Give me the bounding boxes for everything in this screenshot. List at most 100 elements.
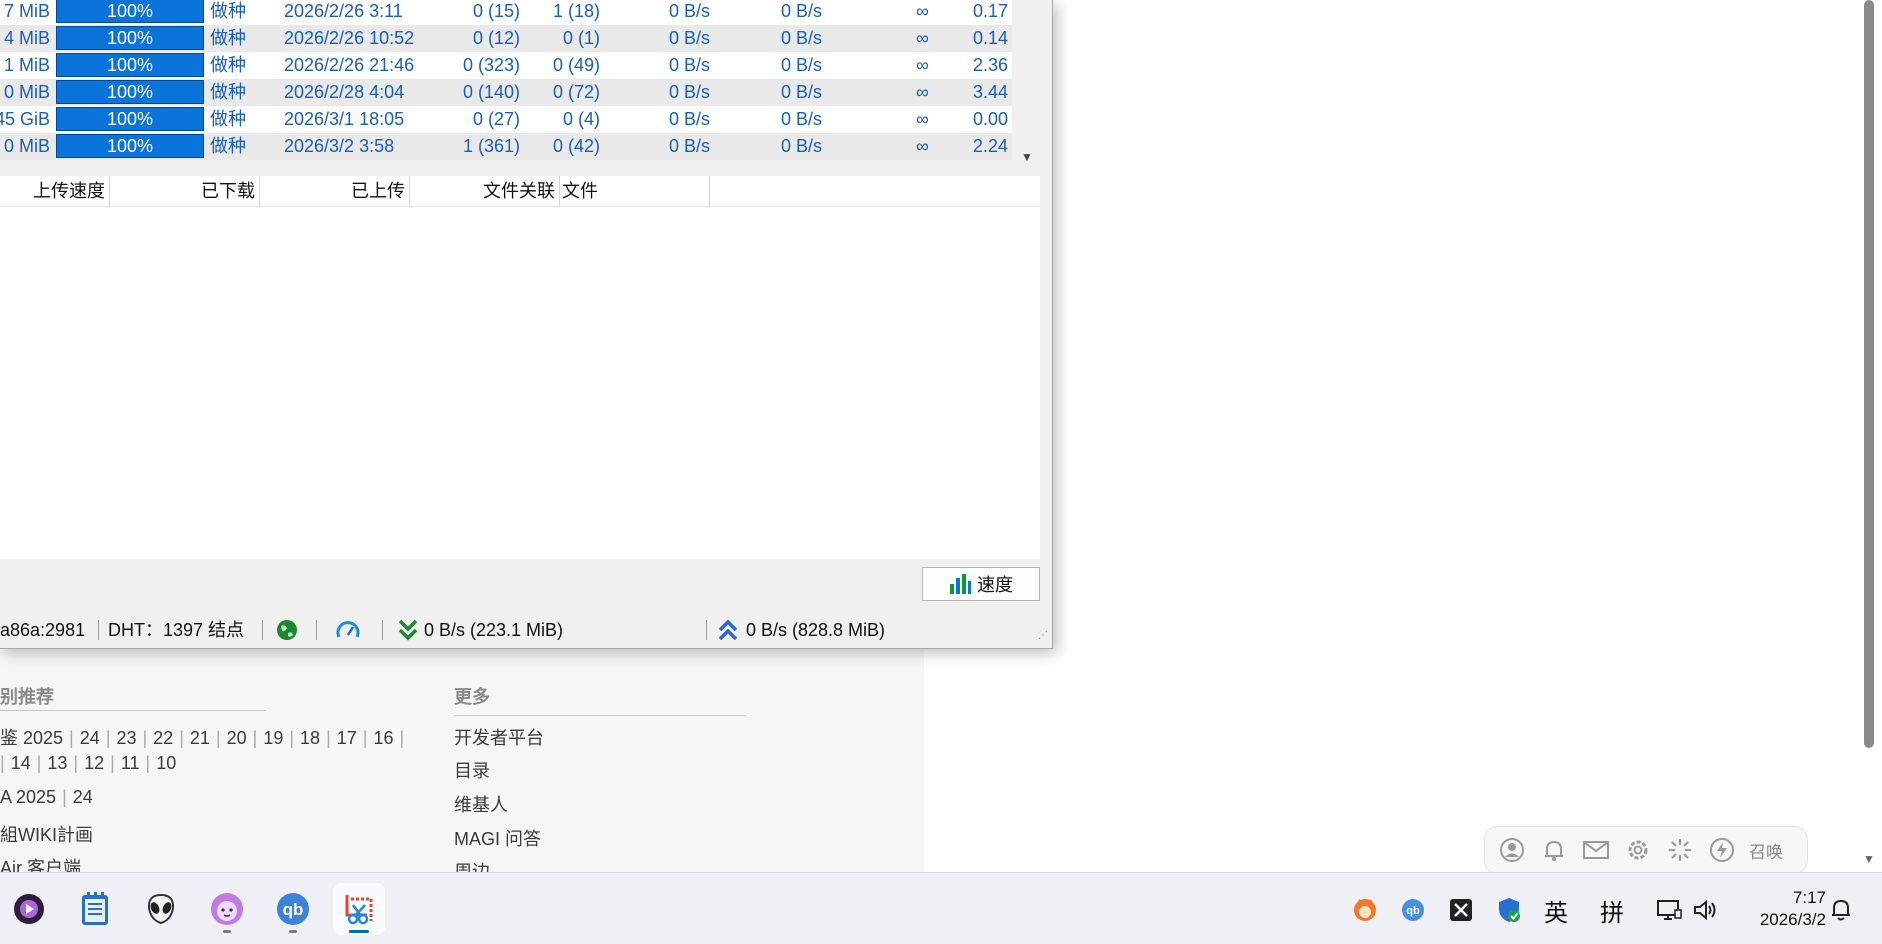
table-row[interactable]: 7 MiB 100% 做种 2026/2/26 3:11 0 (15) 1 (1… (0, 0, 1012, 25)
year-link[interactable]: 23 (116, 728, 136, 748)
peers-cell: 0 (1) (562, 28, 600, 48)
cat-icon (211, 893, 243, 925)
seeds-cell: 0 (323) (462, 55, 520, 75)
ratio-cell: 0.17 (972, 1, 1008, 21)
running-indicator (289, 930, 297, 933)
year-link[interactable]: 24 (73, 787, 93, 807)
lightning-icon[interactable] (1707, 835, 1737, 865)
scroll-down-arrow-icon[interactable]: ▼ (1021, 150, 1033, 164)
recommend-heading: 别推荐 (0, 687, 54, 707)
more-link-directory[interactable]: 目录 (454, 757, 490, 783)
year-link[interactable]: 13 (47, 753, 67, 773)
year-link[interactable]: 10 (156, 753, 176, 773)
ime-mode-indicator[interactable]: 拼 (1596, 895, 1628, 927)
year-link[interactable]: 24 (80, 728, 100, 748)
globe-icon[interactable] (276, 619, 298, 641)
qbittorrent-window: 7 MiB 100% 做种 2026/2/26 3:11 0 (15) 1 (1… (0, 0, 1053, 649)
table-row[interactable]: 45 GiB 100% 做种 2026/3/1 18:05 0 (27) 0 (… (0, 106, 1012, 133)
notification-bell-icon[interactable] (1826, 895, 1856, 925)
eta-cell: ∞ (916, 82, 929, 102)
speed-button[interactable]: 速度 (922, 567, 1040, 601)
floating-toolbar: 召唤 (1484, 826, 1808, 874)
gear-icon[interactable] (1623, 835, 1653, 865)
year-link[interactable]: 11 (121, 753, 140, 773)
year-link[interactable]: 14 (11, 753, 31, 773)
up-speed-cell: 0 B/s (780, 109, 822, 129)
snipping-tool-icon (345, 895, 373, 925)
year-link[interactable]: 21 (190, 728, 210, 748)
peers-cell: 0 (4) (562, 109, 600, 129)
speed-limit-icon[interactable] (336, 619, 360, 641)
divider (382, 620, 383, 640)
peers-cell: 0 (49) (552, 55, 600, 75)
qbittorrent-app[interactable]: qb (267, 883, 319, 935)
progress-bar: 100% (56, 0, 204, 23)
ratio-cell: 2.24 (972, 136, 1008, 156)
alien-app[interactable] (135, 883, 187, 935)
seeds-cell: 0 (12) (472, 28, 520, 48)
ime-language-indicator[interactable]: 英 (1540, 895, 1572, 927)
added-cell: 2026/2/28 4:04 (284, 82, 405, 102)
up-speed-cell: 0 B/s (780, 82, 822, 102)
year-link[interactable]: 22 (153, 728, 173, 748)
tools-tray-icon[interactable] (1446, 895, 1476, 925)
resize-grip-icon[interactable]: ⋰ (1038, 630, 1048, 641)
year-link[interactable]: A 2025 (0, 787, 56, 807)
col-files[interactable]: 文件 (560, 176, 710, 206)
year-link[interactable]: 20 (227, 728, 247, 748)
year-link[interactable]: 17 (337, 728, 357, 748)
page-scroll-thumb[interactable] (1864, 0, 1874, 748)
table-row[interactable]: 0 MiB 100% 做种 2026/3/2 3:58 1 (361) 0 (4… (0, 133, 1012, 160)
table-row[interactable]: 1 MiB 100% 做种 2026/2/26 21:46 0 (323) 0 … (0, 52, 1012, 79)
bell-icon[interactable] (1539, 835, 1569, 865)
download-arrows-icon (398, 619, 418, 641)
divider (262, 620, 263, 640)
qbittorrent-tray-icon[interactable]: qb (1398, 895, 1428, 925)
year-link[interactable]: 12 (84, 753, 104, 773)
col-file-relevance[interactable]: 文件关联 (410, 176, 560, 206)
ratio-cell: 0.14 (972, 28, 1008, 48)
down-speed-cell: 0 B/s (668, 55, 710, 75)
media-player-app[interactable] (3, 883, 55, 935)
table-row[interactable]: 0 MiB 100% 做种 2026/2/28 4:04 0 (140) 0 (… (0, 79, 1012, 106)
progress-bar: 100% (56, 53, 204, 77)
network-icon[interactable] (1654, 895, 1684, 925)
user-icon[interactable] (1497, 835, 1527, 865)
scroll-down-arrow-icon[interactable]: ▼ (1862, 852, 1876, 866)
added-cell: 2026/2/26 10:52 (284, 28, 415, 48)
divider (706, 620, 707, 640)
sparkle-icon[interactable] (1665, 835, 1695, 865)
col-upload-speed[interactable]: 上传速度 (0, 176, 110, 206)
cat-tray-icon[interactable] (1350, 895, 1380, 925)
size-cell: 0 MiB (3, 136, 50, 156)
year-link[interactable]: 鉴 2025 (0, 728, 63, 748)
running-indicator (223, 930, 231, 933)
status-cell: 做种 (210, 1, 246, 21)
year-link[interactable]: 18 (300, 728, 320, 748)
wiki-plan-link[interactable]: 組WIKI計画 (0, 821, 93, 847)
snipping-tool-app[interactable] (333, 883, 385, 935)
more-link-wikipeople[interactable]: 维基人 (454, 791, 508, 817)
mail-icon[interactable] (1581, 835, 1611, 865)
torrent-list-scrollbar[interactable]: ▼ (1014, 0, 1040, 170)
eta-cell: ∞ (916, 28, 929, 48)
more-link-magi[interactable]: MAGI 问答 (454, 825, 541, 851)
divider (454, 715, 746, 716)
ratio-cell: 3.44 (972, 82, 1008, 102)
active-indicator (349, 930, 369, 933)
volume-icon[interactable] (1690, 895, 1720, 925)
system-clock[interactable]: 7:17 2026/3/2 (1740, 887, 1826, 931)
col-downloaded[interactable]: 已下载 (110, 176, 260, 206)
notepad-app[interactable] (69, 883, 121, 935)
media-player-icon (14, 894, 44, 924)
summon-label[interactable]: 召唤 (1749, 838, 1783, 863)
seeds-cell: 0 (27) (472, 109, 520, 129)
year-link[interactable]: 16 (373, 728, 393, 748)
down-speed-cell: 0 B/s (668, 28, 710, 48)
cat-app[interactable] (201, 883, 253, 935)
table-row[interactable]: 4 MiB 100% 做种 2026/2/26 10:52 0 (12) 0 (… (0, 25, 1012, 52)
col-uploaded[interactable]: 已上传 (260, 176, 410, 206)
security-shield-icon[interactable] (1494, 895, 1524, 925)
year-link[interactable]: 19 (263, 728, 283, 748)
more-link-developer[interactable]: 开发者平台 (454, 724, 544, 750)
